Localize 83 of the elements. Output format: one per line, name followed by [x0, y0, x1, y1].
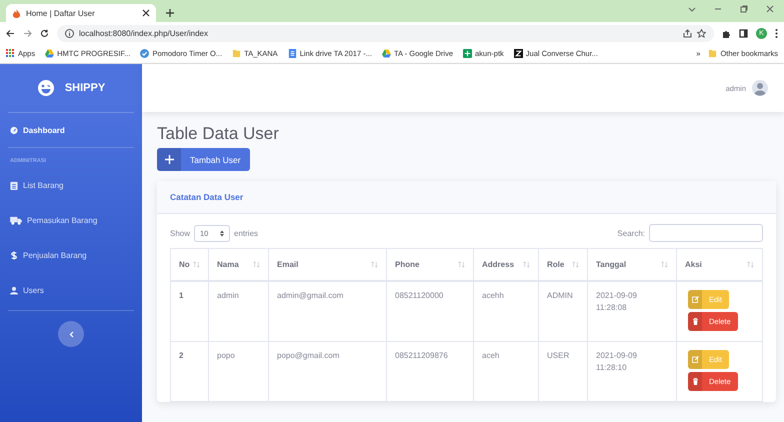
winking-face-logo-icon — [36, 79, 55, 97]
column-header[interactable]: Aksi — [676, 248, 762, 281]
table-cell: admin — [208, 281, 268, 342]
column-header[interactable]: Role — [538, 248, 588, 281]
browser-tab[interactable]: Home | Daftar User — [6, 4, 156, 22]
sort-arrows-icon — [523, 261, 530, 268]
table-cell: ADMIN — [538, 281, 588, 342]
sort-arrows-icon — [747, 261, 754, 268]
reload-icon[interactable] — [40, 28, 49, 38]
table-cell: popo — [208, 342, 268, 402]
sort-arrows-icon — [661, 261, 668, 268]
gauge-icon — [10, 126, 18, 134]
page-title: Table Data User — [157, 124, 280, 144]
sidebar-toggle-button[interactable] — [58, 321, 84, 347]
check-circle-icon — [140, 49, 150, 58]
chevron-left-icon — [68, 330, 74, 338]
table-cell: 2021-09-09 11:28:10 — [588, 342, 676, 402]
show-label: Show — [170, 228, 190, 238]
user-icon — [10, 286, 18, 295]
search-label: Search: — [617, 228, 645, 238]
add-user-button[interactable]: Tambah User — [157, 148, 250, 171]
table-cell: admin@gmail.com — [268, 281, 386, 342]
sort-arrows-icon — [253, 261, 260, 268]
table-cell: 2021-09-09 11:28:08 — [588, 281, 676, 342]
column-header[interactable]: Nama — [208, 248, 268, 281]
z-logo-icon — [514, 49, 523, 58]
pencil-square-icon — [692, 296, 698, 303]
trash-icon — [692, 378, 698, 385]
table-cell: 085211209876 — [386, 342, 474, 402]
address-bar[interactable]: localhost:8080/index.php/User/index — [57, 24, 714, 42]
column-header[interactable]: Address — [474, 248, 538, 281]
column-header[interactable]: No — [170, 248, 208, 281]
folder-icon — [708, 49, 718, 58]
truck-icon — [10, 216, 22, 225]
table-cell: USER — [538, 342, 588, 402]
table-cell: 2 — [170, 342, 208, 402]
clipboard-icon — [10, 181, 18, 190]
plus-icon — [164, 155, 174, 164]
folder-icon — [232, 49, 242, 58]
pencil-square-icon — [692, 356, 698, 363]
more-vertical-icon[interactable] — [775, 28, 778, 38]
column-header[interactable]: Email — [268, 248, 386, 281]
table-cell: 1 — [170, 281, 208, 342]
search-field[interactable] — [649, 224, 763, 242]
card-title: Catatan Data User — [170, 192, 244, 202]
triangle-logo-icon — [45, 49, 54, 58]
column-header[interactable]: Tanggal — [588, 248, 676, 281]
trash-icon — [692, 318, 698, 325]
sidebar-item[interactable]: Dashboard — [8, 113, 134, 148]
up-down-arrows-icon — [220, 230, 224, 236]
puzzle-piece-icon[interactable] — [722, 28, 731, 38]
sort-arrows-icon — [193, 261, 200, 268]
user-avatar-icon[interactable] — [752, 80, 768, 96]
dollar-icon — [10, 251, 18, 260]
table-cell: 08521120000 — [386, 281, 474, 342]
restore-icon[interactable] — [740, 5, 748, 13]
brand-name: SHIPPY — [64, 82, 106, 94]
apps-grid-icon — [6, 49, 15, 58]
close-icon[interactable] — [142, 9, 150, 17]
flame-icon — [12, 8, 21, 18]
new-tab-icon[interactable] — [166, 9, 174, 17]
star-icon[interactable] — [697, 28, 706, 38]
table-cell: popo@gmail.com — [268, 342, 386, 402]
sidebar-item[interactable]: Penjualan Barang — [0, 238, 142, 273]
table-cell: aceh — [474, 342, 538, 402]
sidebar-item[interactable]: Pemasukan Barang — [0, 203, 142, 238]
sidebar-item[interactable]: Users — [0, 273, 142, 308]
triangle-logo-icon — [382, 49, 391, 58]
table-cell: acehh — [474, 281, 538, 342]
sort-arrows-icon — [572, 261, 579, 268]
column-header[interactable]: Phone — [386, 248, 474, 281]
sidebar-item[interactable]: List Barang — [0, 168, 142, 203]
chevron-down-icon[interactable] — [688, 5, 696, 13]
forward-arrow-icon[interactable] — [23, 28, 32, 38]
spreadsheet-icon — [463, 49, 472, 58]
info-icon — [65, 28, 74, 38]
side-panel-icon[interactable] — [739, 28, 748, 38]
back-arrow-icon[interactable] — [6, 28, 15, 38]
entries-label: entries — [234, 228, 258, 238]
sort-arrows-icon — [458, 261, 465, 268]
share-icon[interactable] — [683, 28, 692, 38]
sort-arrows-icon — [371, 261, 378, 268]
document-icon — [288, 49, 297, 58]
